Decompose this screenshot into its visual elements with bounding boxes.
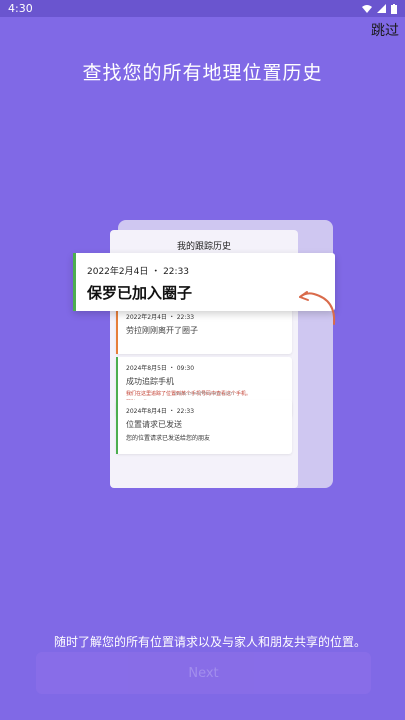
highlight-accent-bar [73,253,76,311]
battery-icon [391,3,397,14]
history-card: 2022年2月4日 ・ 22:33 劳拉刚刚离开了圈子 [116,306,292,354]
page-title: 查找您的所有地理位置历史 [82,62,323,84]
card-accent-bar [116,400,118,454]
card-date: 2024年8月5日 ・ 09:30 [126,365,195,372]
history-card: 2024年8月4日 ・ 22:33 位置请求已发送 您的位置请求已发送给您的朋友 [116,400,292,454]
wifi-icon [362,5,372,13]
status-bar: 4:30 [0,0,405,17]
navigation-bar [0,700,405,720]
curved-arrow-icon [299,291,336,325]
skip-button[interactable]: 跳过 [371,20,399,40]
card-title: 劳拉刚刚离开了圈子 [126,326,198,335]
status-time: 4:30 [8,2,33,15]
card-date: 2024年8月4日 ・ 22:33 [126,408,195,415]
card-title: 成功追踪手机 [126,377,174,386]
watermark-text: www.cnnnfffnnress.com [174,391,234,397]
signal-icon [377,4,386,13]
highlight-title: 保罗已加入圈子 [87,284,193,302]
status-icons [362,3,397,14]
next-button[interactable]: Next [36,652,371,694]
card-subtitle: 您的位置请求已发送给您的朋友 [126,435,211,442]
card-accent-bar [116,306,118,354]
description-text: 随时了解您的所有位置请求以及与家人和朋友共享的位置。 [54,635,367,649]
card-title: 位置请求已发送 [126,420,182,429]
highlight-date: 2022年2月4日 ・ 22:33 [87,267,190,277]
